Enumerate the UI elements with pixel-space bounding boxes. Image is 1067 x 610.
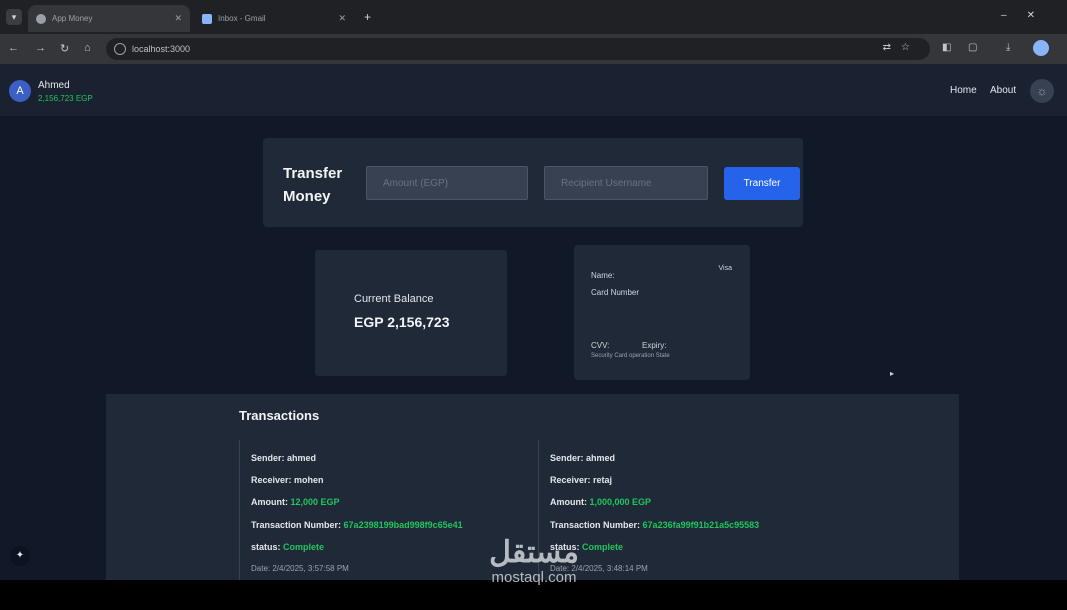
transfer-title: Transfer Money xyxy=(283,165,343,205)
user-name: Ahmed xyxy=(38,80,70,91)
globe-icon xyxy=(36,13,46,24)
new-tab-icon[interactable]: + xyxy=(364,10,371,24)
watermark-logo: مستقل mostaql.com xyxy=(468,536,600,586)
profile-avatar[interactable] xyxy=(1033,40,1049,56)
tx-date: Date: 2/4/2025, 3:57:58 PM xyxy=(251,564,349,573)
watermark-arabic: مستقل xyxy=(489,536,579,569)
bookmark-star-icon[interactable]: ⇄☆ xyxy=(883,42,920,53)
download-icon[interactable]: ⤓ xyxy=(1006,42,1010,53)
app-header: A Ahmed 2,156,723 EGP Home About ☼ xyxy=(0,64,1067,116)
tab-gmail[interactable]: Inbox - Gmail ✕ xyxy=(194,5,354,32)
recipient-input[interactable] xyxy=(544,166,708,200)
amount-input[interactable] xyxy=(366,166,528,200)
close-icon[interactable]: ✕ xyxy=(338,13,346,24)
browser-tab-bar: ▾ App Money ✕ Inbox - Gmail ✕ + –✕ xyxy=(0,0,1067,34)
help-icon[interactable]: ✦ xyxy=(10,546,30,566)
tx-status: status: Complete xyxy=(251,542,325,552)
transfer-panel: Transfer Money Transfer xyxy=(263,138,803,227)
card-brand: Visa xyxy=(718,265,733,272)
watermark-latin: mostaql.com xyxy=(491,569,577,586)
tx-amount: Amount: 12,000 EGP xyxy=(251,497,340,507)
tx-amount: Amount: 1,000,000 EGP xyxy=(550,497,652,507)
card-name-label: Name: xyxy=(591,271,615,280)
balance-label: Current Balance xyxy=(354,293,434,305)
tx-sender: Sender: ahmed xyxy=(550,453,616,463)
nav-about-link[interactable]: About xyxy=(990,85,1016,96)
card-number-label: Card Number xyxy=(591,288,640,297)
site-info-icon[interactable] xyxy=(114,43,126,55)
tx-receiver: Receiver: mohen xyxy=(251,475,324,485)
mouse-cursor-icon: ▸ xyxy=(890,369,895,378)
reload-icon[interactable]: ↻ xyxy=(60,42,69,55)
card-expiry-label: Expiry: xyxy=(642,341,667,350)
address-bar[interactable]: localhost:3000 ⇄☆ xyxy=(106,38,930,60)
tab-title: Inbox - Gmail xyxy=(218,14,266,23)
extension-icon[interactable]: ◧ xyxy=(942,42,951,53)
tab-search-icon[interactable]: ▾ xyxy=(6,9,22,25)
app-page: A Ahmed 2,156,723 EGP Home About ☼ Trans… xyxy=(0,64,1067,580)
extensions-puzzle-icon[interactable]: ▢ xyxy=(968,42,977,53)
tx-sender: Sender: ahmed xyxy=(251,453,317,463)
card-security-note: Security Card operation State xyxy=(591,353,670,359)
forward-icon[interactable]: → xyxy=(35,42,46,54)
tx-number: Transaction Number: 67a236fa99f91b21a5c9… xyxy=(550,520,760,530)
tx-receiver: Receiver: retaj xyxy=(550,475,613,485)
mail-icon xyxy=(202,13,212,24)
user-avatar[interactable]: A xyxy=(9,80,31,102)
home-icon[interactable]: ⌂ xyxy=(84,42,91,54)
back-icon[interactable]: ← xyxy=(8,42,19,54)
tab-title: App Money xyxy=(52,14,93,23)
balance-value: EGP 2,156,723 xyxy=(354,314,450,330)
header-balance: 2,156,723 EGP xyxy=(38,94,93,103)
browser-toolbar: ← → ↻ ⌂ localhost:3000 ⇄☆ ◧ ▢ ⤓ xyxy=(0,34,1067,64)
theme-toggle-icon[interactable]: ☼ xyxy=(1030,79,1054,103)
window-controls[interactable]: –✕ xyxy=(1001,10,1055,21)
nav-home-link[interactable]: Home xyxy=(950,85,977,96)
bank-card: Name: Visa Card Number CVV: Expiry: Secu… xyxy=(574,245,750,380)
transactions-title: Transactions xyxy=(239,408,320,423)
tx-number: Transaction Number: 67a2398199bad998f9c6… xyxy=(251,520,463,530)
tab-app-money[interactable]: App Money ✕ xyxy=(28,5,190,32)
balance-card: Current Balance EGP 2,156,723 xyxy=(315,250,507,376)
url-text[interactable]: localhost:3000 xyxy=(132,44,190,54)
close-icon[interactable]: ✕ xyxy=(174,13,182,24)
transfer-button[interactable]: Transfer xyxy=(724,167,800,200)
card-cvv-label: CVV: xyxy=(591,341,610,350)
